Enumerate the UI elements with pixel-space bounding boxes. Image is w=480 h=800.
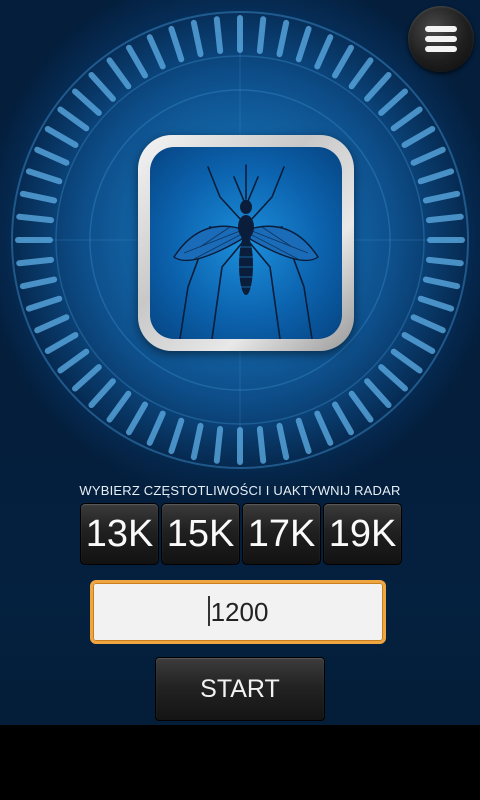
menu-button[interactable] xyxy=(408,6,474,72)
mosquito-tile xyxy=(138,135,354,351)
app-screen: WYBIERZ CZĘSTOTLIWOŚCI I UAKTYWNIJ RADAR… xyxy=(0,0,480,800)
mosquito-icon xyxy=(150,147,342,339)
frequency-input[interactable]: 1200 xyxy=(90,580,386,644)
hamburger-menu-icon xyxy=(425,26,457,56)
text-cursor xyxy=(207,596,210,626)
radar-tick xyxy=(256,16,267,55)
frequency-selector: 13K 15K 17K 19K xyxy=(80,503,402,565)
radar-tick xyxy=(425,256,464,267)
frequency-15k-button[interactable]: 15K xyxy=(161,503,240,565)
radar-tick xyxy=(256,425,267,464)
frequency-17k-button[interactable]: 17K xyxy=(242,503,321,565)
radar-tick xyxy=(213,16,224,55)
frequency-19k-button[interactable]: 19K xyxy=(323,503,402,565)
radar-tick xyxy=(213,425,224,464)
radar-tick xyxy=(16,213,55,224)
start-button[interactable]: START xyxy=(155,657,325,721)
instruction-text: WYBIERZ CZĘSTOTLIWOŚCI I UAKTYWNIJ RADAR xyxy=(79,483,401,498)
radar-tick xyxy=(16,256,55,267)
frequency-input-value: 1200 xyxy=(210,597,269,627)
frequency-13k-button[interactable]: 13K xyxy=(80,503,159,565)
radar-tick xyxy=(425,213,464,224)
